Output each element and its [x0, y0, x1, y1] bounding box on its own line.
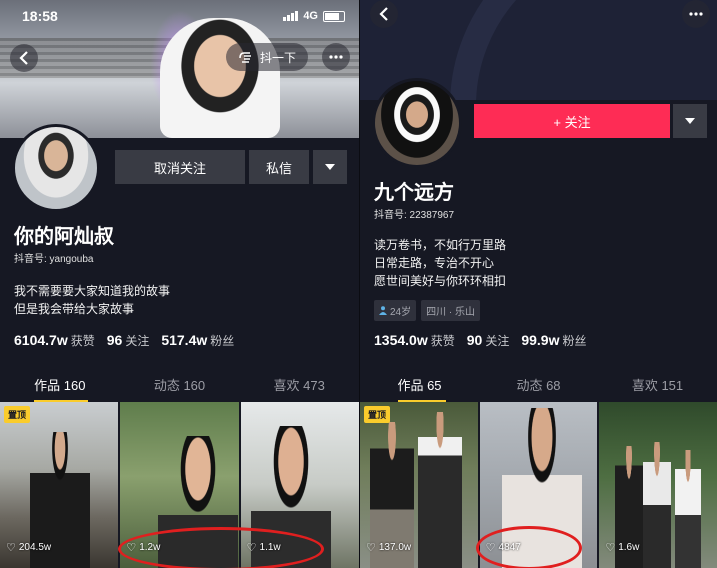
stats-row: 6104.7w 获赞 96 关注 517.4w 粉丝 [14, 332, 234, 349]
tab-activity[interactable]: 动态 160 [120, 366, 240, 402]
caret-down-icon [325, 164, 335, 170]
avatar[interactable] [12, 124, 100, 212]
follow-button[interactable]: + 关注 [474, 104, 670, 138]
battery-icon [323, 10, 345, 22]
tab-likes[interactable]: 喜欢 473 [239, 366, 359, 402]
shake-label: 抖一下 [260, 50, 297, 65]
annotation-circle [118, 527, 324, 568]
stat-following[interactable]: 90 关注 [467, 332, 510, 349]
bio: 读万卷书，不如行万里路 日常走路，专治不开心 愿世间美好与你环环相扣 [374, 236, 506, 290]
tab-works[interactable]: 作品 160 [0, 366, 120, 402]
profile-name: 九个远方 [374, 182, 454, 204]
age-tag: 24岁 [374, 300, 417, 321]
tab-bar: 作品 65 动态 68 喜欢 151 [360, 366, 717, 402]
stat-following[interactable]: 96 关注 [107, 332, 150, 349]
video-thumbnail[interactable]: 置顶 ♡ 204.5w [0, 402, 119, 568]
video-likes: ♡ 137.0w [366, 542, 412, 554]
video-likes: ♡ 204.5w [6, 542, 52, 554]
tag-row: 24岁 四川 · 乐山 [374, 300, 481, 321]
more-button[interactable] [682, 0, 710, 28]
back-arrow-icon [379, 7, 388, 21]
status-bar: 18:58 4G [22, 8, 345, 24]
douyin-id: 抖音号: yangouba [14, 254, 94, 265]
bio: 我不需要要大家知道我的故事 但是我会带给大家故事 [14, 282, 170, 318]
more-button[interactable] [322, 43, 350, 71]
avatar[interactable] [372, 78, 462, 168]
back-button[interactable] [370, 0, 398, 28]
profile-panel-right: + 关注 九个远方 抖音号: 22387967 读万卷书，不如行万里路 日常走路… [360, 0, 717, 568]
unfollow-button[interactable]: 取消关注 [115, 150, 245, 184]
status-time: 18:58 [22, 8, 58, 24]
back-arrow-icon [19, 51, 28, 65]
caret-down-icon [685, 118, 695, 124]
video-thumbnail[interactable]: ♡ 1.6w [599, 402, 717, 568]
tab-likes[interactable]: 喜欢 151 [598, 366, 717, 402]
shake-button[interactable]: 抖一下 [226, 43, 309, 71]
message-button[interactable]: 私信 [249, 150, 309, 184]
heart-icon: ♡ [605, 542, 616, 554]
person-icon [379, 306, 387, 315]
network-type: 4G [303, 10, 318, 22]
location-tag: 四川 · 乐山 [421, 300, 481, 321]
video-thumbnail[interactable]: 置顶 ♡ 137.0w [360, 402, 478, 568]
signal-icon [283, 11, 299, 21]
annotation-circle [476, 526, 582, 568]
bio-line: 读万卷书，不如行万里路 [374, 238, 507, 252]
hand-icon [239, 52, 251, 63]
bio-line: 日常走路，专治不开心 [374, 256, 495, 270]
stat-likes[interactable]: 6104.7w 获赞 [14, 332, 95, 349]
bio-line: 我不需要要大家知道我的故事 [14, 284, 171, 298]
stat-likes[interactable]: 1354.0w 获赞 [374, 332, 455, 349]
stat-followers[interactable]: 517.4w 粉丝 [161, 332, 234, 349]
pinned-badge: 置顶 [364, 406, 391, 423]
stat-followers[interactable]: 99.9w 粉丝 [521, 332, 586, 349]
stats-row: 1354.0w 获赞 90 关注 99.9w 粉丝 [374, 332, 586, 349]
dropdown-button[interactable] [313, 150, 347, 184]
pinned-badge: 置顶 [4, 406, 31, 423]
douyin-id: 抖音号: 22387967 [374, 210, 455, 221]
heart-icon: ♡ [366, 542, 376, 554]
profile-panel-left: 18:58 4G 抖一下 取消关注 私信 你的阿灿叔 抖音号: yangouba… [0, 0, 359, 568]
back-button[interactable] [10, 44, 38, 72]
tab-works[interactable]: 作品 65 [360, 366, 479, 402]
tab-bar: 作品 160 动态 160 喜欢 473 [0, 366, 359, 402]
heart-icon: ♡ [6, 542, 16, 554]
bio-line: 愿世间美好与你环环相扣 [374, 274, 507, 288]
profile-name: 你的阿灿叔 [14, 226, 114, 248]
more-icon [689, 12, 703, 16]
dropdown-button[interactable] [673, 104, 707, 138]
tab-activity[interactable]: 动态 68 [479, 366, 598, 402]
more-icon [329, 55, 343, 59]
bio-line: 但是我会带给大家故事 [14, 302, 135, 316]
video-likes: ♡ 1.6w [605, 542, 640, 554]
